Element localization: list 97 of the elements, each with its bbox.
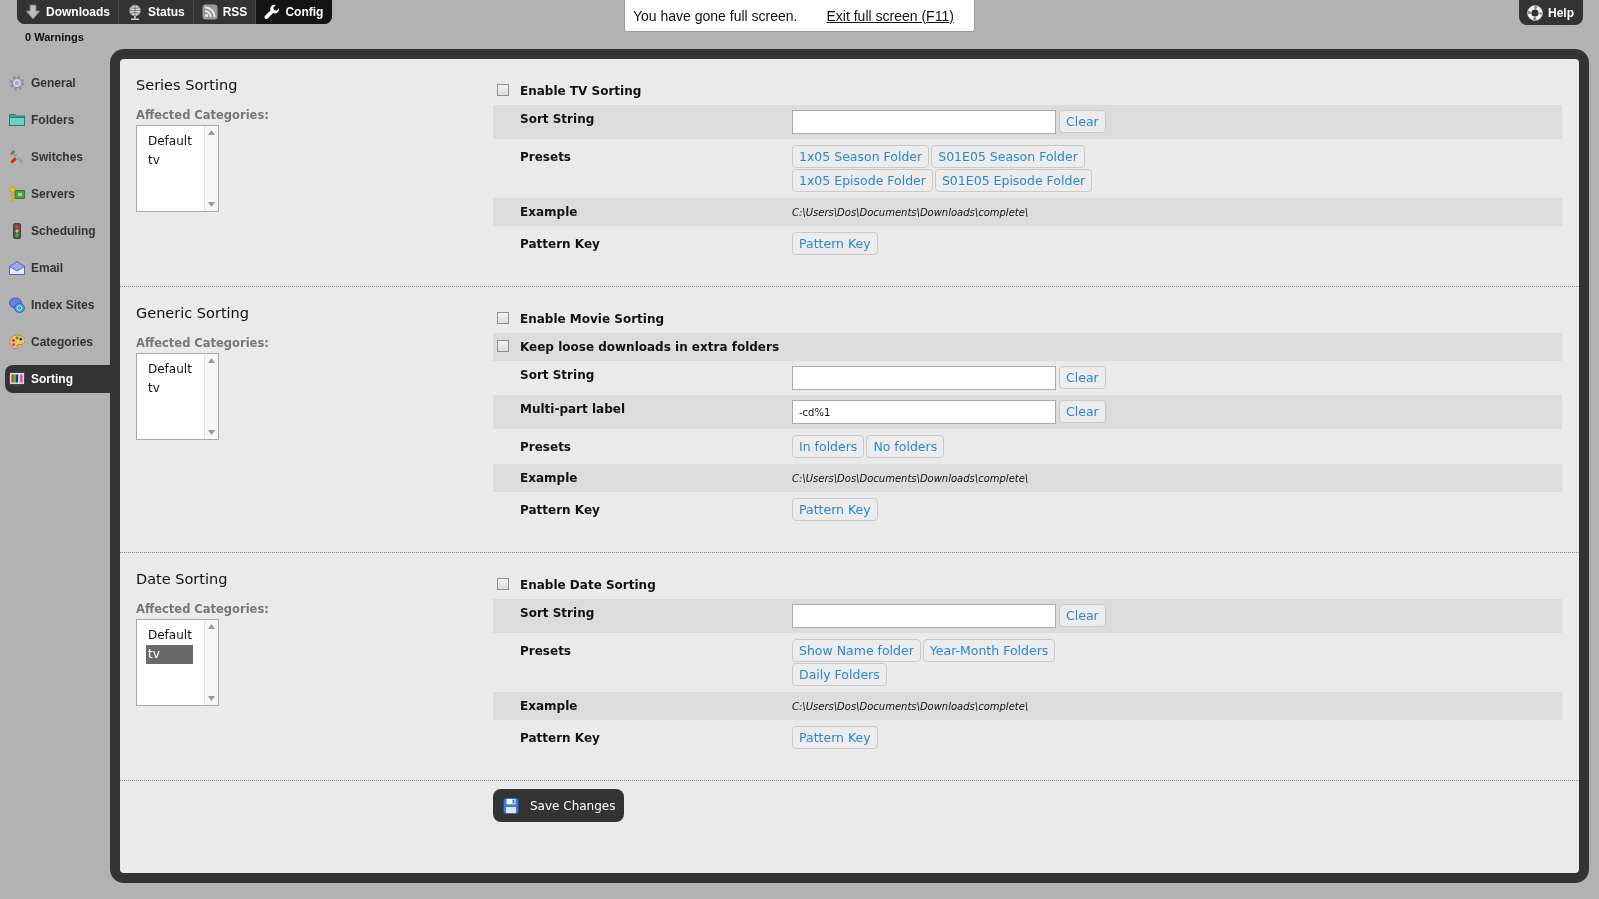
preset-button[interactable]: 1x05 Season Folder — [792, 145, 930, 168]
sidebar-item[interactable]: Email — [5, 254, 110, 282]
down-arrow-icon[interactable] — [208, 696, 215, 701]
exit-fullscreen-link[interactable]: Exit full screen (F11) — [826, 7, 954, 24]
clear-button[interactable]: Clear — [1059, 400, 1106, 423]
field-label: Affected Categories: — [136, 602, 269, 616]
setting-label: Sort String — [520, 111, 596, 127]
list-option[interactable]: tv — [146, 379, 193, 398]
scrollbar[interactable] — [204, 620, 218, 705]
globe-icon — [127, 4, 143, 20]
sidebar-item[interactable]: Folders — [5, 106, 110, 134]
nav-tab[interactable]: Downloads — [17, 0, 119, 24]
warnings-count[interactable]: 0 Warnings — [25, 31, 84, 44]
up-arrow-icon[interactable] — [208, 358, 215, 363]
preset-button[interactable]: S01E05 Episode Folder — [934, 169, 1093, 192]
pattern-key-button[interactable]: Pattern Key — [792, 498, 878, 521]
envelope-icon — [9, 260, 25, 276]
text-input[interactable] — [792, 110, 1056, 134]
list-option[interactable]: tv — [146, 645, 193, 664]
category-listbox[interactable]: Default tv — [136, 125, 219, 212]
preset-button[interactable]: No folders — [866, 435, 945, 458]
checkbox-label: Enable Date Sorting — [520, 577, 656, 593]
setting-label: Presets — [520, 439, 572, 455]
sidebar-item[interactable]: Sorting — [5, 365, 110, 393]
section-title: Date Sorting — [136, 571, 228, 588]
example-path: C:\Users\Dos\Documents\Downloads\complete\ — [792, 699, 1029, 714]
list-option[interactable]: tv — [146, 151, 193, 170]
setting-label: Example — [520, 204, 579, 220]
tools-icon — [9, 149, 25, 165]
checkbox[interactable] — [497, 83, 509, 96]
checkbox-label: Enable TV Sorting — [520, 83, 642, 99]
sidebar-item[interactable]: Switches — [5, 143, 110, 171]
palette-icon — [9, 334, 25, 350]
scrollbar[interactable] — [204, 354, 218, 439]
text-input[interactable]: -cd%1 — [792, 400, 1056, 424]
chat-bubbles-icon — [9, 297, 25, 313]
category-listbox[interactable]: Default tv — [136, 619, 219, 706]
list-option[interactable]: Default — [146, 360, 193, 379]
nav-tab[interactable]: Config — [256, 0, 333, 24]
section-title: Series Sorting — [136, 77, 238, 94]
up-arrow-icon[interactable] — [208, 624, 215, 629]
checkbox[interactable] — [497, 577, 509, 590]
text-input[interactable] — [792, 604, 1056, 628]
pattern-key-button[interactable]: Pattern Key — [792, 232, 878, 255]
setting-label: Presets — [520, 643, 572, 659]
list-option[interactable]: Default — [146, 626, 193, 645]
preset-button[interactable]: S01E05 Season Folder — [931, 145, 1085, 168]
section-title: Generic Sorting — [136, 305, 249, 322]
sidebar-item[interactable]: Scheduling — [5, 217, 110, 245]
sidebar-item[interactable]: Categories — [5, 328, 110, 356]
up-arrow-icon[interactable] — [208, 130, 215, 135]
checkbox[interactable] — [497, 311, 509, 324]
setting-label: Pattern Key — [520, 502, 601, 518]
clear-button[interactable]: Clear — [1059, 366, 1106, 389]
monitor-icon — [9, 371, 25, 387]
setting-label: Pattern Key — [520, 236, 601, 252]
checkbox-label: Keep loose downloads in extra folders — [520, 339, 780, 355]
category-listbox[interactable]: Default tv — [136, 353, 219, 440]
help-button[interactable]: Help — [1519, 0, 1583, 25]
save-button[interactable]: Save Changes — [493, 789, 625, 822]
setting-label: Multi-part label — [520, 401, 626, 417]
preset-button[interactable]: Show Name folder — [792, 639, 921, 662]
folder-icon — [9, 112, 25, 128]
pattern-key-button[interactable]: Pattern Key — [792, 726, 878, 749]
sidebar-item[interactable]: Index Sites — [5, 291, 110, 319]
scrollbar[interactable] — [204, 126, 218, 211]
rss-icon — [201, 4, 218, 20]
wrench-icon — [264, 4, 281, 20]
setting-label: Sort String — [520, 605, 596, 621]
preset-button[interactable]: 1x05 Episode Folder — [792, 169, 933, 192]
notice-message: You have gone full screen. — [633, 7, 798, 24]
preset-button[interactable]: Daily Folders — [792, 663, 887, 686]
setting-label: Example — [520, 470, 579, 486]
field-label: Affected Categories: — [136, 336, 269, 350]
clear-button[interactable]: Clear — [1059, 604, 1106, 627]
checkbox-label: Enable Movie Sorting — [520, 311, 665, 327]
setting-label: Sort String — [520, 367, 596, 383]
down-arrow-icon[interactable] — [208, 430, 215, 435]
text-input[interactable] — [792, 366, 1056, 390]
sidebar-item[interactable]: Servers — [5, 180, 110, 208]
sidebar-item[interactable]: General — [5, 69, 110, 97]
field-label: Affected Categories: — [136, 108, 269, 122]
down-arrow-icon[interactable] — [208, 202, 215, 207]
setting-label: Pattern Key — [520, 730, 601, 746]
example-path: C:\Users\Dos\Documents\Downloads\complete\ — [792, 471, 1029, 486]
download-arrow-icon — [25, 4, 41, 20]
list-option[interactable]: Default — [146, 132, 193, 151]
gear-icon — [9, 75, 25, 91]
checkbox[interactable] — [497, 339, 509, 352]
preset-button[interactable]: Year-Month Folders — [922, 639, 1056, 662]
clear-button[interactable]: Clear — [1059, 110, 1106, 133]
setting-label: Example — [520, 698, 579, 714]
preset-button[interactable]: In folders — [792, 435, 865, 458]
setting-label: Presets — [520, 149, 572, 165]
key-card-icon — [9, 186, 25, 202]
lifebuoy-icon — [1527, 4, 1543, 21]
example-path: C:\Users\Dos\Documents\Downloads\complete\ — [792, 205, 1029, 220]
